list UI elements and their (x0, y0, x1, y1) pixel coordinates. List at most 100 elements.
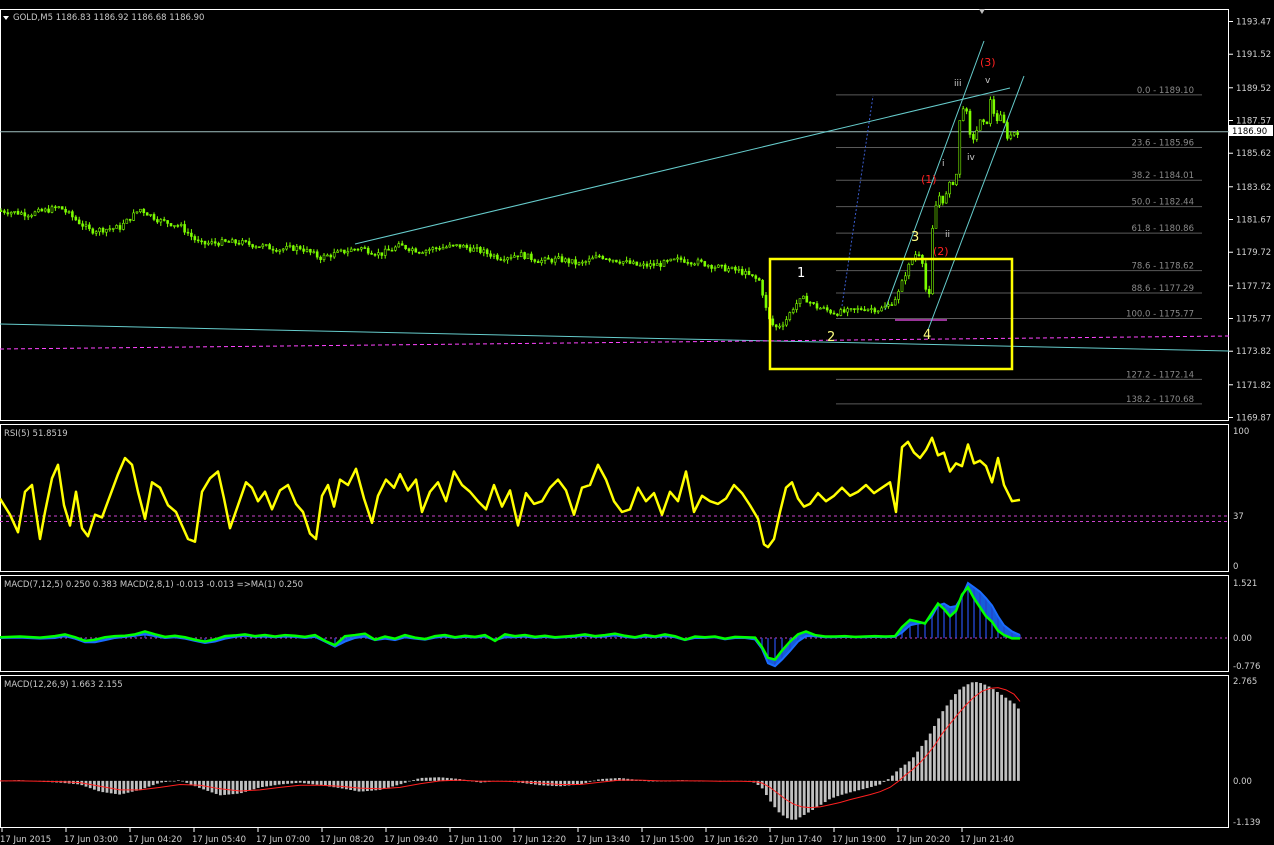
macd2-hist-bar (315, 780, 319, 785)
candle-body (975, 129, 979, 140)
candle-body (411, 248, 414, 252)
candle-body (713, 266, 717, 269)
candle-body (485, 249, 489, 255)
candle-body (927, 289, 931, 295)
wave-label: (3) (980, 56, 996, 69)
macd2-hist-bar (886, 779, 890, 781)
candle-body (207, 242, 210, 245)
macd2-hist-bar (105, 780, 109, 793)
candle-body (853, 308, 856, 310)
candle-body (451, 244, 455, 247)
candle-body (336, 250, 339, 253)
wave-label: 3 (911, 230, 919, 245)
macd2-hist-bar (815, 780, 819, 808)
candle-body (421, 252, 424, 255)
candle-body (985, 121, 989, 124)
candle-body (999, 114, 1002, 122)
macd2-hist-bar (256, 780, 260, 788)
candle-body (965, 108, 968, 112)
candle-body (740, 268, 744, 275)
candle-body (479, 247, 482, 253)
macd2-hist-bar (853, 780, 856, 792)
candle-body (176, 225, 180, 227)
candle-body (754, 275, 758, 279)
macd2-hist-bar (970, 682, 974, 781)
macd2-hist-bar (832, 780, 835, 798)
candle-body (764, 294, 768, 308)
candle-body (961, 108, 965, 121)
macd2-hist-bar (311, 780, 315, 785)
candle-body (666, 260, 669, 262)
candle-body (241, 240, 244, 245)
candle-body (771, 318, 775, 326)
macd2-hist-bar (933, 725, 936, 781)
candle-body (431, 247, 435, 250)
macd2-hist-bar (219, 780, 222, 796)
candle-body (363, 247, 367, 249)
x-tick-label: 17 Jun 12:20 (512, 835, 566, 845)
candle-body (669, 258, 673, 262)
candle-body (608, 258, 611, 261)
candle-body (434, 247, 438, 250)
candle-body (332, 252, 336, 258)
candle-body (968, 110, 972, 135)
macd2-hist-bar (391, 780, 394, 787)
candle-body (1002, 114, 1006, 123)
candle-body (604, 258, 608, 260)
x-tick-label: 17 Jun 20:20 (896, 835, 950, 845)
candle-body (496, 254, 499, 260)
candle-body (397, 243, 401, 248)
macd2-hist-bar (609, 778, 613, 781)
wave-label: iv (967, 153, 976, 163)
candle-body (400, 243, 404, 246)
candle-body (465, 245, 469, 248)
candle-body (122, 223, 125, 230)
x-tick-label: 17 Jun 05:40 (192, 835, 246, 845)
macd2-hist-bar (836, 780, 840, 797)
candle-body (856, 308, 860, 310)
candle-body (645, 263, 649, 267)
candle-body (509, 256, 513, 259)
candle-body (264, 244, 268, 246)
candle-body (156, 219, 159, 223)
candle-body (560, 256, 564, 262)
candle-body (785, 319, 788, 326)
macd2-hist-bar (857, 780, 861, 791)
candle-body (866, 308, 870, 311)
candle-body (118, 225, 122, 230)
candle-body (346, 251, 350, 254)
candle-body (244, 240, 248, 242)
macd2-hist-bar (214, 780, 218, 794)
candle-body (679, 257, 683, 260)
candle-body (305, 249, 309, 252)
macd2-hist-bar (954, 694, 957, 781)
candle-body (924, 263, 928, 290)
candle-body (275, 249, 278, 252)
candle-body (523, 252, 526, 259)
candle-body (540, 260, 543, 264)
candle-body (105, 228, 108, 233)
wave-label: (1) (921, 173, 937, 186)
candle-body (88, 224, 91, 230)
rsi-y-tick-label: 0 (1233, 562, 1238, 572)
candle-body (285, 246, 288, 250)
x-tick-label: 17 Jun 07:00 (256, 835, 310, 845)
candle-body (309, 249, 312, 253)
candle-body (74, 216, 78, 221)
trading-chart[interactable]: GOLD,M5 1186.83 1186.92 1186.68 1186.90 … (0, 0, 1274, 845)
candle-body (111, 228, 115, 230)
candle-body (492, 254, 496, 257)
macd2-hist-bar (433, 777, 436, 781)
x-tick-label: 17 Jun 03:00 (64, 835, 118, 845)
candle-body (268, 244, 271, 250)
candle-body (288, 245, 292, 248)
macd2-hist-bar (408, 780, 411, 782)
macd2-hist-bar (891, 775, 894, 781)
macd2-hist-bar (437, 777, 441, 781)
candle-body (574, 259, 577, 265)
x-tick-label: 17 Jun 15:00 (640, 835, 694, 845)
candle-body (499, 258, 503, 261)
candle-body (234, 239, 237, 244)
macd2-hist-bar (412, 780, 415, 781)
macd2-hist-bar (588, 780, 592, 782)
